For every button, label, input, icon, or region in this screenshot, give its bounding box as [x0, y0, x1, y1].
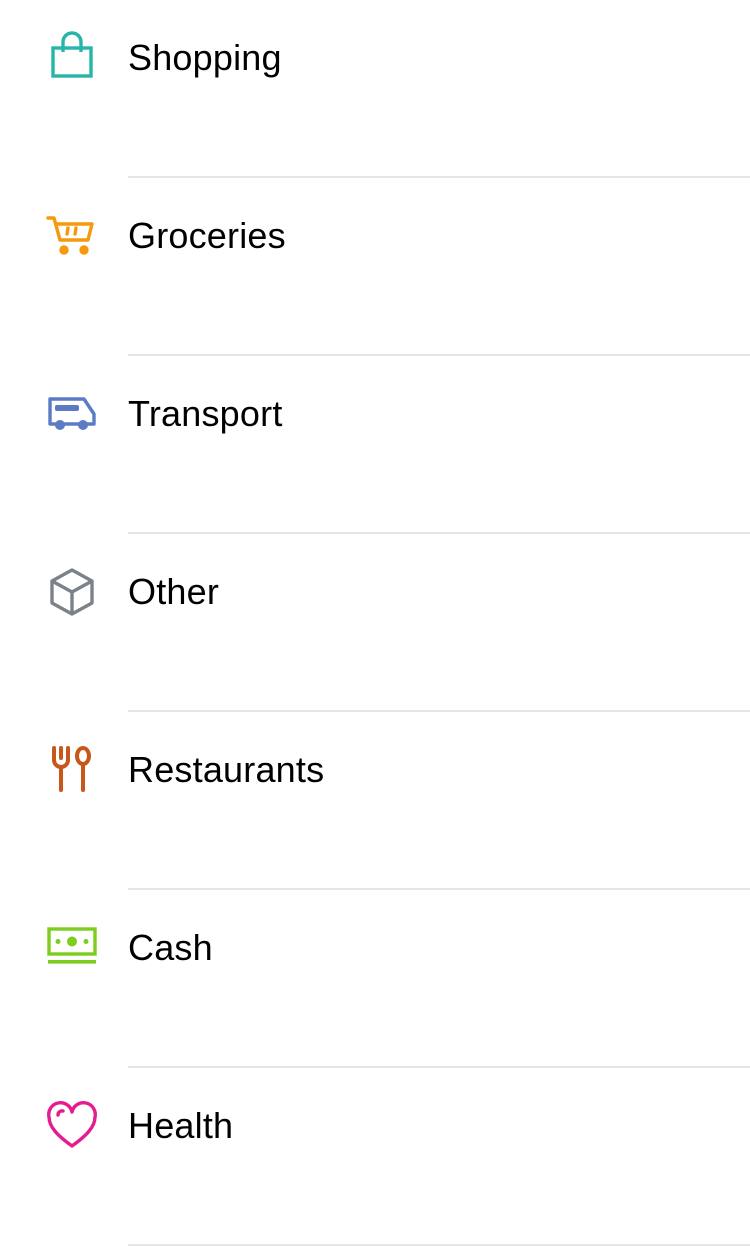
category-label: Groceries [128, 215, 286, 256]
shopping-cart-icon [44, 208, 100, 264]
category-row-restaurants[interactable]: Restaurants [0, 712, 750, 890]
bus-icon [44, 386, 100, 442]
category-row-health[interactable]: Health [0, 1068, 750, 1246]
category-row-other[interactable]: Other [0, 534, 750, 712]
heart-icon [44, 1098, 100, 1154]
category-list: Shopping Groceries Transport Other Resta… [0, 0, 750, 1246]
category-row-cash[interactable]: Cash [0, 890, 750, 1068]
category-row-groceries[interactable]: Groceries [0, 178, 750, 356]
category-label: Other [128, 571, 220, 612]
category-label: Restaurants [128, 749, 325, 790]
category-label: Transport [128, 393, 283, 434]
category-row-transport[interactable]: Transport [0, 356, 750, 534]
category-label: Shopping [128, 37, 282, 78]
fork-spoon-icon [44, 742, 100, 798]
banknote-icon [44, 920, 100, 976]
category-row-shopping[interactable]: Shopping [0, 0, 750, 178]
shopping-bag-icon [44, 30, 100, 86]
category-label: Health [128, 1105, 234, 1146]
box-icon [44, 564, 100, 620]
category-label: Cash [128, 927, 213, 968]
